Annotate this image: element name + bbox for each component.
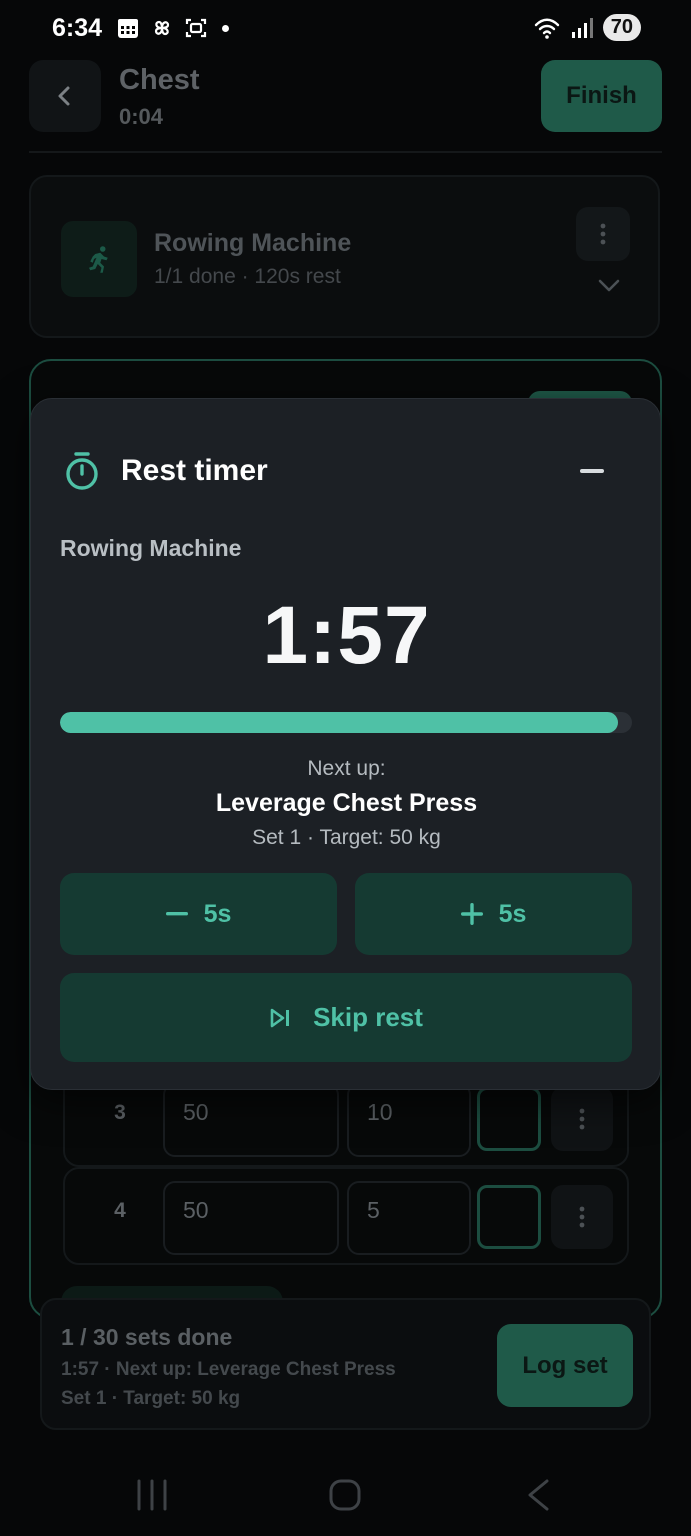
status-icons [116, 16, 229, 40]
next-exercise-detail: Set 1 · Target: 50 kg [252, 826, 441, 849]
summary-next-up: 1:57 · Next up: Leverage Chest Press [61, 1359, 396, 1380]
next-up-label: Next up: [307, 757, 386, 780]
finish-button[interactable]: Finish [541, 60, 662, 132]
rest-timer-panel: Rest timer Rowing Machine 1:57 Next up: … [30, 398, 661, 1090]
subtract-time-button[interactable]: 5s [60, 873, 337, 955]
workout-summary-bar: 1 / 30 sets done 1:57 · Next up: Leverag… [40, 1298, 651, 1430]
workout-title: Chest [119, 64, 200, 96]
more-vertical-icon [579, 1206, 585, 1228]
set-row: 4 50 5 [63, 1167, 629, 1265]
nav-home-icon[interactable] [328, 1478, 362, 1512]
minus-icon [165, 912, 188, 916]
workout-elapsed: 0:04 [119, 104, 164, 129]
nav-recents-icon[interactable] [136, 1478, 168, 1512]
rest-progress-bar [60, 712, 632, 733]
summary-target: Set 1 · Target: 50 kg [61, 1388, 241, 1409]
add-time-label: 5s [498, 899, 527, 928]
back-button[interactable] [29, 60, 101, 132]
rest-progress-fill [60, 712, 618, 733]
skip-rest-label: Skip rest [313, 1002, 423, 1032]
next-exercise-name: Leverage Chest Press [215, 789, 478, 817]
signal-icon [571, 17, 593, 38]
log-set-button[interactable]: Log set [497, 1324, 633, 1407]
set-reps-input[interactable]: 5 [347, 1181, 471, 1255]
exercise-icon-box [61, 221, 137, 297]
battery-indicator: 70 [602, 14, 641, 41]
rest-timer-title: Rest timer [121, 454, 268, 487]
exercise-meta: 1/1 done · 120s rest [154, 265, 341, 288]
runner-icon [89, 246, 108, 273]
skip-icon [270, 1008, 290, 1027]
subtract-time-label: 5s [203, 899, 232, 928]
set-more-button[interactable] [551, 1185, 613, 1249]
set-number: 3 [114, 1101, 126, 1124]
plus-icon [460, 903, 483, 925]
rest-countdown: 1:57 [262, 590, 431, 681]
set-number: 4 [114, 1199, 126, 1222]
minimize-icon [580, 469, 604, 473]
header-divider [29, 151, 662, 153]
chevron-down-icon[interactable] [598, 279, 620, 293]
stopwatch-icon [66, 452, 98, 490]
wifi-icon [534, 18, 559, 39]
calendar-icon [118, 19, 138, 38]
more-vertical-icon [579, 1108, 585, 1130]
rest-timer-exercise: Rowing Machine [60, 535, 242, 561]
exercise-name: Rowing Machine [154, 229, 352, 257]
sets-done-count: 1 / 30 sets done [61, 1324, 233, 1350]
set-weight-input[interactable]: 50 [163, 1083, 339, 1157]
notification-dot-icon [222, 24, 229, 32]
set-weight-input[interactable]: 50 [163, 1181, 339, 1255]
set-complete-checkbox[interactable] [477, 1185, 541, 1249]
add-time-button[interactable]: 5s [355, 873, 632, 955]
exercise-card-completed[interactable]: Rowing Machine 1/1 done · 120s rest [29, 175, 660, 338]
set-reps-input[interactable]: 10 [347, 1083, 471, 1157]
set-more-button[interactable] [551, 1087, 613, 1151]
screenshot-icon [185, 18, 207, 38]
back-icon [58, 86, 70, 106]
exercise-more-button[interactable] [576, 207, 630, 261]
status-time: 6:34 [52, 14, 103, 42]
status-right: 70 [533, 14, 641, 41]
set-complete-checkbox[interactable] [477, 1087, 541, 1151]
skip-rest-button[interactable]: Skip rest [60, 973, 632, 1062]
nav-back-icon[interactable] [525, 1478, 551, 1512]
pinwheel-icon [154, 20, 170, 36]
more-vertical-icon [600, 223, 606, 245]
